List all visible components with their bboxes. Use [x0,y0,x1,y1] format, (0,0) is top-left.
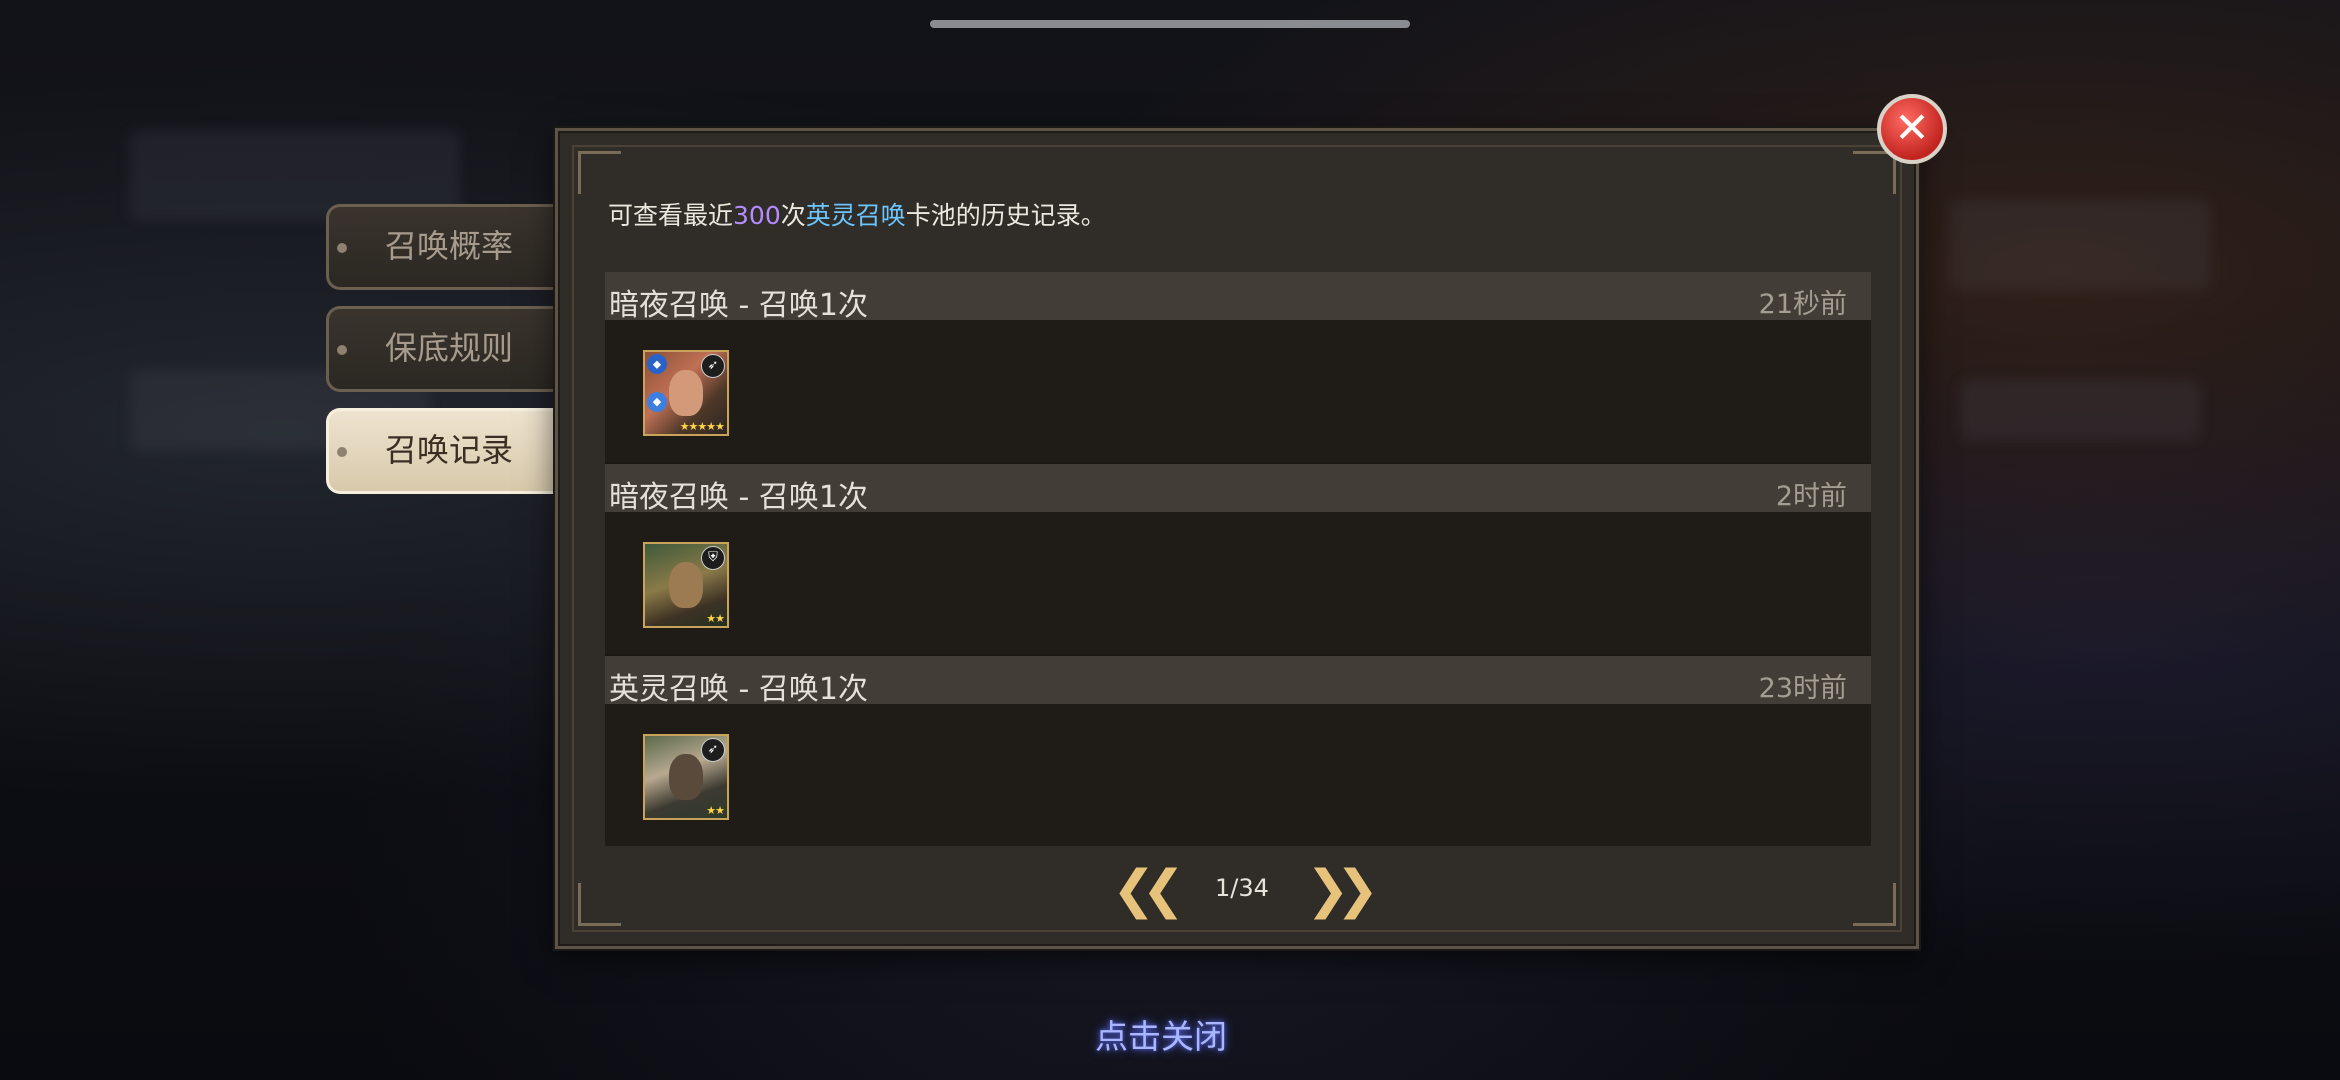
element-badge-icon: ◆ [647,392,667,412]
home-indicator-bar [930,20,1410,28]
class-shield-icon: ⛨ [701,546,725,570]
double-chevron-right-icon[interactable]: ❯❯ [1306,860,1379,920]
double-chevron-left-icon[interactable]: ❮❮ [1112,860,1185,920]
hero-portrait-icon[interactable]: ➶ ★★ [643,734,729,820]
hero-stars: ★★ [706,612,725,625]
tap-to-close-text[interactable]: 点击关闭 [1095,1010,1227,1058]
record-title: 英灵召唤 - 召唤1次 [609,672,868,707]
hero-stars: ★★ [706,804,725,817]
record-body: ⬥ ◆ ➶ ★★★★★ [605,320,1871,462]
history-description: 可查看最近300次英灵召唤卡池的历史记录。 [608,196,1106,232]
tab-label: 召唤记录 [385,431,514,469]
hero-portrait-icon[interactable]: ⛨ ★★ [643,542,729,628]
tab-label: 保底规则 [385,329,514,367]
description-text: 卡池的历史记录。 [905,201,1106,230]
tab-dot-icon [337,447,347,457]
tab-dot-icon [337,345,347,355]
record-header: 暗夜召唤 - 召唤1次 2时前 [605,464,1871,515]
tab-summon-records[interactable]: 召唤记录 [326,408,554,494]
record-header: 暗夜召唤 - 召唤1次 21秒前 [605,272,1871,323]
description-text: 次 [780,201,806,230]
background-blur-element [1950,200,2210,290]
record-header: 英灵召唤 - 召唤1次 23时前 [605,656,1871,707]
class-bow-icon: ➶ [701,354,725,378]
description-text: 可查看最近 [608,201,734,230]
element-badge-icon: ⬥ [647,354,667,374]
record-item: 暗夜召唤 - 召唤1次 21秒前 ⬥ ◆ ➶ ★★★★★ [605,272,1871,462]
summon-pool-name: 英灵召唤 [805,201,906,230]
tab-guarantee-rules[interactable]: 保底规则 [326,306,554,392]
record-item: 英灵召唤 - 召唤1次 23时前 ➶ ★★ [605,656,1871,846]
record-title: 暗夜召唤 - 召唤1次 [609,288,868,323]
pagination: ❮❮ 1/34 ❯❯ [0,860,2340,920]
hero-stars: ★★★★★ [679,420,725,433]
record-time: 23时前 [1758,673,1847,704]
page-indicator: 1/34 [1215,874,1269,902]
record-title: 暗夜召唤 - 召唤1次 [609,480,868,515]
summon-record-list[interactable]: 暗夜召唤 - 召唤1次 21秒前 ⬥ ◆ ➶ ★★★★★ 暗夜召唤 - 召唤1次… [605,272,1871,846]
record-time: 21秒前 [1758,289,1847,320]
hero-portrait-icon[interactable]: ⬥ ◆ ➶ ★★★★★ [643,350,729,436]
record-body: ➶ ★★ [605,704,1871,846]
background-blur-element [1960,380,2200,440]
hero-face [669,370,703,416]
corner-ornament [1853,151,1896,194]
hero-face [669,562,703,608]
record-limit-count: 300 [733,201,781,230]
class-bow-icon: ➶ [701,738,725,762]
close-icon: ✕ [1894,103,1930,152]
corner-ornament [578,151,621,194]
record-item: 暗夜召唤 - 召唤1次 2时前 ⛨ ★★ [605,464,1871,654]
tab-label: 召唤概率 [385,227,514,265]
record-body: ⛨ ★★ [605,512,1871,654]
tab-dot-icon [337,243,347,253]
tab-summon-probability[interactable]: 召唤概率 [326,204,554,290]
record-time: 2时前 [1775,481,1847,512]
hero-face [669,754,703,800]
close-button[interactable]: ✕ [1877,94,1947,164]
